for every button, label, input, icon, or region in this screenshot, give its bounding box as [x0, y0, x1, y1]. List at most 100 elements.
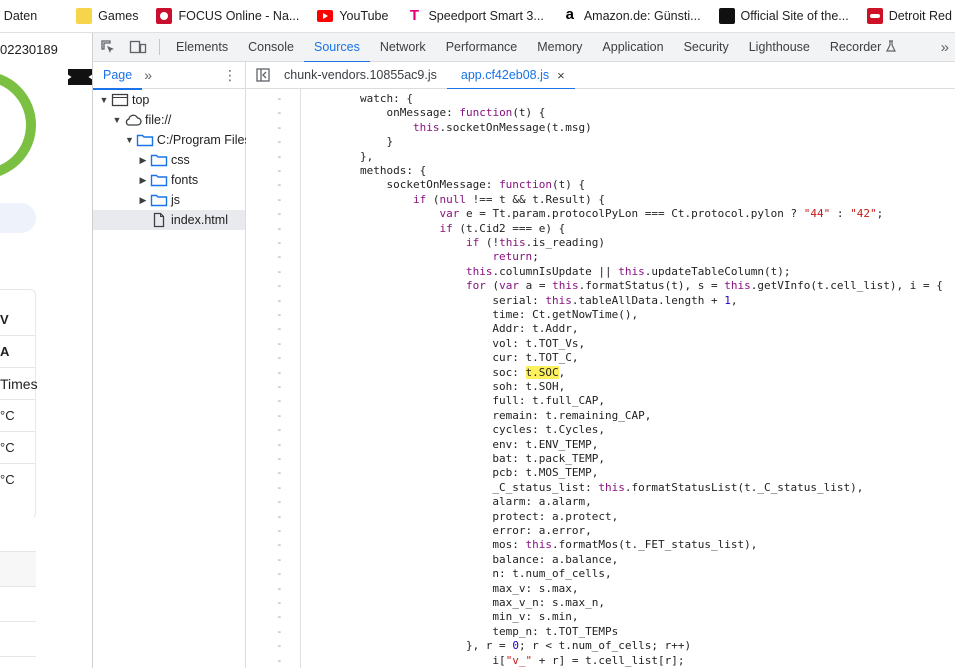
bookmark-item[interactable]: FOCUS Online - Na... — [147, 0, 308, 32]
tree-item-top[interactable]: ▼ top — [93, 90, 245, 110]
code-line[interactable]: vol: t.TOT_Vs, — [307, 337, 585, 351]
gutter-mark[interactable]: - — [276, 553, 283, 567]
gutter-mark[interactable]: - — [276, 193, 283, 207]
code-line[interactable]: max_v: s.max, — [307, 582, 578, 596]
code-line[interactable]: mos: this.formatMos(t._FET_status_list), — [307, 538, 757, 552]
bookmark-item[interactable]: Official Site of the... — [710, 0, 858, 32]
gutter-mark[interactable]: - — [276, 639, 283, 653]
gutter-mark[interactable]: - — [276, 351, 283, 365]
gutter-mark[interactable]: - — [276, 567, 283, 581]
code-line[interactable]: this.columnIsUpdate || this.updateTableC… — [307, 265, 791, 279]
more-tabs-icon[interactable]: » — [941, 33, 949, 62]
code-line[interactable]: remain: t.remaining_CAP, — [307, 409, 651, 423]
tab-sources[interactable]: Sources — [303, 33, 370, 63]
chevron-more-icon[interactable]: » — [142, 67, 152, 83]
gutter-mark[interactable]: - — [276, 135, 283, 149]
code-line[interactable]: alarm: a.alarm, — [307, 495, 591, 509]
line-gutter[interactable]: ---------------------------------------- — [246, 89, 301, 668]
gutter-mark[interactable]: - — [276, 337, 283, 351]
code-line[interactable]: _C_status_list: this.formatStatusList(t.… — [307, 481, 863, 495]
tab-lighthouse[interactable]: Lighthouse — [739, 33, 820, 62]
tree-item-file[interactable]: ▼ file:// — [93, 110, 245, 130]
code-line[interactable]: Addr: t.Addr, — [307, 322, 578, 336]
code-line[interactable]: } — [307, 135, 393, 149]
code-line[interactable]: temp_n: t.TOT_TEMPs — [307, 625, 618, 639]
gutter-mark[interactable]: - — [276, 164, 283, 178]
code-line[interactable]: soh: t.SOH, — [307, 380, 565, 394]
gutter-mark[interactable]: - — [276, 654, 283, 668]
code-line[interactable]: bat: t.pack_TEMP, — [307, 452, 605, 466]
code-line[interactable]: balance: a.balance, — [307, 553, 618, 567]
code-line[interactable]: }, r = 0; r < t.num_of_cells; r++) — [307, 639, 691, 653]
gutter-mark[interactable]: - — [276, 294, 283, 308]
tree-item-css[interactable]: ▶ css — [93, 150, 245, 170]
code-line[interactable]: cycles: t.Cycles, — [307, 423, 605, 437]
triangle-down-icon[interactable]: ▼ — [112, 115, 122, 125]
code-line[interactable]: max_v_n: s.max_n, — [307, 596, 605, 610]
code-line[interactable]: min_v: s.min, — [307, 610, 578, 624]
code-line[interactable]: if (null !== t && t.Result) { — [307, 193, 605, 207]
editor-tab-chunk-vendors[interactable]: chunk-vendors.10855ac9.js — [280, 62, 447, 89]
bookmark-item[interactable]: YouTube — [308, 0, 397, 32]
tab-elements[interactable]: Elements — [166, 33, 238, 62]
gutter-mark[interactable]: - — [276, 92, 283, 106]
code-view[interactable]: ----------------------------------------… — [246, 89, 955, 668]
gutter-mark[interactable]: - — [276, 222, 283, 236]
triangle-right-icon[interactable]: ▶ — [138, 155, 148, 166]
triangle-down-icon[interactable]: ▼ — [125, 135, 134, 145]
code-line[interactable]: time: Ct.getNowTime(), — [307, 308, 638, 322]
gutter-mark[interactable]: - — [276, 610, 283, 624]
tab-performance[interactable]: Performance — [436, 33, 528, 62]
code-line[interactable]: serial: this.tableAllData.length + 1, — [307, 294, 737, 308]
code-line[interactable]: if (!this.is_reading) — [307, 236, 605, 250]
code-line[interactable]: protect: a.protect, — [307, 510, 618, 524]
gutter-mark[interactable]: - — [276, 265, 283, 279]
gutter-mark[interactable]: - — [276, 394, 283, 408]
gutter-mark[interactable]: - — [276, 495, 283, 509]
inspect-element-icon[interactable] — [93, 33, 123, 62]
code-line[interactable]: i["v_" + r] = t.cell_list[r]; — [307, 654, 684, 668]
tab-recorder[interactable]: Recorder — [820, 33, 906, 62]
bookmark-item[interactable]: T Speedport Smart 3... — [397, 0, 552, 32]
tree-item-js[interactable]: ▶ js — [93, 190, 245, 210]
code-line[interactable]: onMessage: function(t) { — [307, 106, 545, 120]
code-line[interactable]: if (t.Cid2 === e) { — [307, 222, 565, 236]
bookmark-item[interactable]: Games — [67, 0, 147, 32]
tab-memory[interactable]: Memory — [527, 33, 592, 62]
tab-console[interactable]: Console — [238, 33, 304, 62]
gutter-mark[interactable]: - — [276, 250, 283, 264]
code-line[interactable]: methods: { — [307, 164, 426, 178]
gutter-mark[interactable]: - — [276, 236, 283, 250]
gutter-mark[interactable]: - — [276, 106, 283, 120]
toggle-navigator-icon[interactable] — [246, 62, 280, 89]
bookmark-item[interactable]: a Amazon.de: Günsti... — [553, 0, 710, 32]
gutter-mark[interactable]: - — [276, 207, 283, 221]
triangle-right-icon[interactable]: ▶ — [138, 175, 148, 186]
gutter-mark[interactable]: - — [276, 438, 283, 452]
tree-item-index-html[interactable]: index.html — [93, 210, 245, 230]
triangle-right-icon[interactable]: ▶ — [138, 195, 148, 206]
gutter-mark[interactable]: - — [276, 596, 283, 610]
gutter-mark[interactable]: - — [276, 582, 283, 596]
page-pill[interactable] — [0, 203, 36, 233]
gutter-mark[interactable]: - — [276, 366, 283, 380]
gutter-mark[interactable]: - — [276, 308, 283, 322]
close-icon[interactable]: × — [557, 68, 565, 83]
triangle-down-icon[interactable]: ▼ — [99, 95, 109, 105]
code-line[interactable]: soc: t.SOC, — [307, 365, 565, 380]
code-line[interactable]: pcb: t.MOS_TEMP, — [307, 466, 598, 480]
gutter-mark[interactable]: - — [276, 279, 283, 293]
gutter-mark[interactable]: - — [276, 322, 283, 336]
gutter-mark[interactable]: - — [276, 524, 283, 538]
kebab-menu-icon[interactable]: ⋮ — [223, 62, 237, 89]
gutter-mark[interactable]: - — [276, 409, 283, 423]
tab-application[interactable]: Application — [592, 33, 673, 62]
tab-network[interactable]: Network — [370, 33, 436, 62]
gutter-mark[interactable]: - — [276, 625, 283, 639]
code-line[interactable]: socketOnMessage: function(t) { — [307, 178, 585, 192]
gutter-mark[interactable]: - — [276, 178, 283, 192]
gutter-mark[interactable]: - — [276, 423, 283, 437]
gutter-mark[interactable]: - — [276, 150, 283, 164]
gutter-mark[interactable]: - — [276, 538, 283, 552]
code-line[interactable]: cur: t.TOT_C, — [307, 351, 578, 365]
